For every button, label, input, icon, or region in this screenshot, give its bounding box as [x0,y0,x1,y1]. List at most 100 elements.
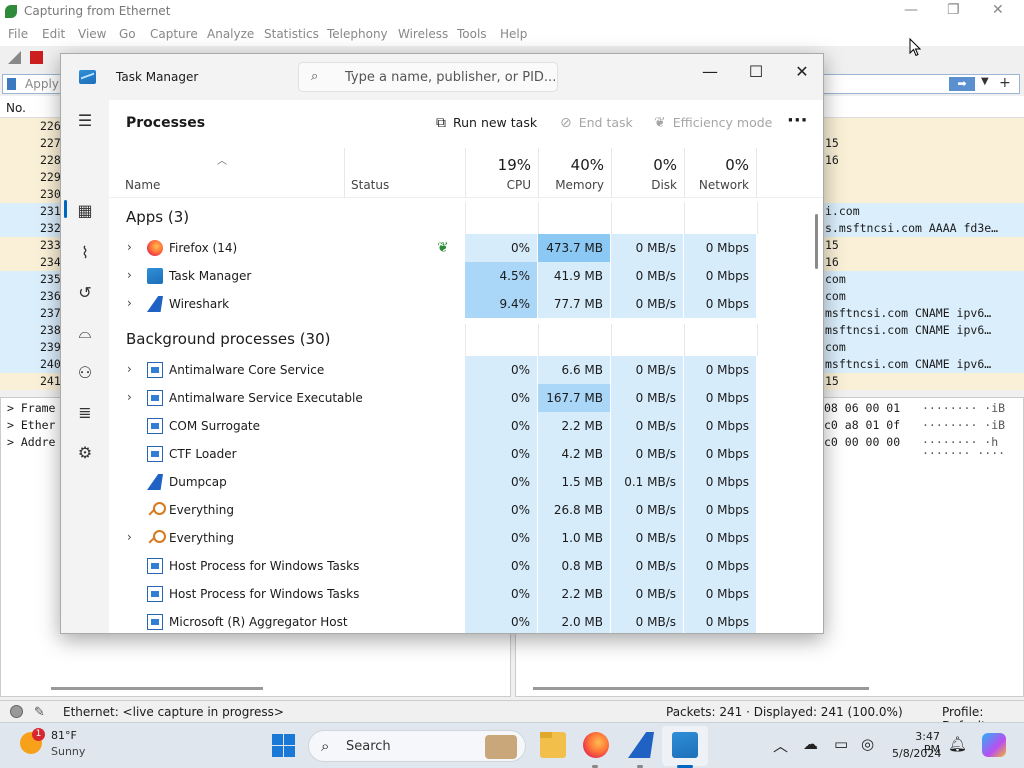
end-task-button[interactable]: ⊘ End task [560,115,633,131]
group-background-header[interactable]: Background processes (30) [126,330,331,348]
file-explorer-icon[interactable] [540,732,566,758]
detail-address[interactable]: > Addre [7,435,55,449]
ws-maximize-button[interactable]: ❐ [947,2,960,18]
column-no[interactable]: No. [6,101,26,115]
column-status[interactable]: Status [344,148,465,198]
wireshark-taskbar-icon[interactable] [628,732,654,758]
detail-ethernet[interactable]: > Ether [7,418,55,432]
stop-capture-icon[interactable] [30,51,43,64]
efficiency-mode-button[interactable]: ❦ Efficiency mode [654,115,772,131]
process-row[interactable]: Host Process for Windows Tasks 0% 2.2 MB 0 … [109,580,823,608]
process-row[interactable]: › Antimalware Core Service 0% 6.6 MB 0 MB/s 0… [109,356,823,384]
service-icon [147,446,163,462]
expand-chevron-icon[interactable]: › [127,240,132,254]
detail-frame[interactable]: > Frame [7,401,55,415]
firefox-taskbar-icon[interactable] [583,732,609,758]
start-button[interactable] [272,734,295,757]
column-memory[interactable]: 40% Memory [538,148,611,198]
process-row[interactable]: Dumpcap 0% 1.5 MB 0.1 MB/s 0 Mbps [109,468,823,496]
network-cell: 0 Mbps [684,552,756,580]
search-icon: ⌕ [321,737,330,755]
apply-filter-arrow-icon[interactable]: ➡ [949,77,975,91]
app-history-nav-icon[interactable]: ↺ [74,282,96,304]
status-interface: Ethernet: <live capture in progress> [63,705,284,719]
run-task-icon: ⧉ [436,115,446,131]
column-disk[interactable]: 0% Disk [611,148,684,198]
ws-close-button[interactable]: ✕ [992,2,1004,18]
menu-telephony[interactable]: Telephony [327,27,388,41]
process-row[interactable]: Host Process for Windows Tasks 0% 0.8 MB 0 … [109,552,823,580]
task-manager-taskbar-icon[interactable] [672,732,698,758]
taskbar-search[interactable]: ⌕ Search [308,730,526,762]
menu-wireless[interactable]: Wireless [398,27,448,41]
show-hidden-icons-chevron-icon[interactable]: ︿ [773,735,788,756]
menu-capture[interactable]: Capture [150,27,198,41]
filter-dropdown-icon[interactable]: ▼ [981,76,989,87]
expand-chevron-icon[interactable]: › [127,390,132,404]
process-row[interactable]: CTF Loader 0% 4.2 MB 0 MB/s 0 Mbps [109,440,823,468]
add-filter-button[interactable]: + [999,75,1011,91]
menu-help[interactable]: Help [500,27,527,41]
onedrive-cloud-icon[interactable]: ☁ [803,735,818,753]
details-nav-icon[interactable]: ≣ [74,402,96,424]
expand-chevron-icon[interactable]: › [127,296,132,310]
process-row[interactable]: › Antimalware Service Executable 0% 167.7 M… [109,384,823,412]
volume-icon[interactable]: ◎ [861,735,874,753]
process-row[interactable]: Everything 0% 26.8 MB 0 MB/s 0 Mbps [109,496,823,524]
packet-number: 238 [40,323,61,337]
expand-chevron-icon[interactable]: › [127,530,132,544]
ascii-line: ········ ·iB [922,401,1006,415]
menu-edit[interactable]: Edit [42,27,65,41]
task-manager-window: Task Manager ⌕ Type a name, publisher, o… [60,53,824,634]
menu-tools[interactable]: Tools [457,27,487,41]
copilot-icon[interactable] [982,733,1006,757]
services-nav-icon[interactable]: ⚙ [74,442,96,464]
performance-nav-icon[interactable]: ⌇ [74,242,96,264]
ws-minimize-button[interactable]: — [904,2,918,18]
process-row[interactable]: › Task Manager 4.5% 41.9 MB 0 MB/s 0 Mbps [109,262,823,290]
process-row[interactable]: › Firefox (14) ❦ 0% 473.7 MB 0 MB/s 0 Mbps [109,234,823,262]
group-apps-header[interactable]: Apps (3) [126,208,189,226]
packet-number: 234 [40,255,61,269]
display-filter-input[interactable]: Apply [25,77,59,91]
menu-view[interactable]: View [78,27,106,41]
bookmark-icon[interactable] [7,78,16,90]
tm-minimize-button[interactable]: — [687,58,733,86]
shark-fin-icon[interactable] [8,51,21,64]
network-icon[interactable]: ▭ [834,735,848,753]
tm-close-button[interactable]: ✕ [779,58,823,86]
detail-hscrollbar[interactable] [51,687,263,690]
process-list-scrollbar[interactable] [815,214,818,269]
column-network[interactable]: 0% Network [684,148,757,198]
process-row[interactable]: Microsoft (R) Aggregator Host 0% 2.0 MB 0 M… [109,608,823,633]
page-title: Processes [126,115,206,131]
packet-number: 230 [40,187,61,201]
menu-file[interactable]: File [8,27,28,41]
column-cpu[interactable]: 19% CPU [465,148,538,198]
tm-maximize-button[interactable]: ☐ [733,58,779,86]
menu-statistics[interactable]: Statistics [264,27,319,41]
process-row[interactable]: › Everything 0% 1.0 MB 0 MB/s 0 Mbps [109,524,823,552]
column-name[interactable]: ︿ Name [109,148,344,198]
menu-go[interactable]: Go [119,27,136,41]
menu-analyze[interactable]: Analyze [207,27,254,41]
clock-date[interactable]: 5/8/2024 [892,747,941,760]
notification-bell-icon[interactable]: 🔔︎ [948,735,967,753]
expand-chevron-icon[interactable]: › [127,362,132,376]
expand-chevron-icon[interactable]: › [127,268,132,282]
users-nav-icon[interactable]: ⚇ [74,362,96,384]
process-name: Dumpcap [169,475,227,489]
capture-status-icon[interactable] [10,705,23,718]
run-new-task-button[interactable]: ⧉ Run new task [436,115,537,131]
process-row[interactable]: COM Surrogate 0% 2.2 MB 0 MB/s 0 Mbps [109,412,823,440]
process-search-input[interactable]: ⌕ Type a name, publisher, or PID... [298,62,558,92]
process-row[interactable]: › Wireshark 9.4% 77.7 MB 0 MB/s 0 Mbps [109,290,823,318]
edit-comment-icon[interactable]: ✎ [34,705,45,720]
memory-cell: 2.2 MB [538,580,610,608]
more-options-button[interactable]: ··· [787,110,808,131]
processes-nav-icon[interactable]: ▦ [74,200,96,222]
process-name: Antimalware Service Executable [169,391,363,405]
bytes-hscrollbar[interactable] [533,687,869,690]
startup-apps-nav-icon[interactable]: ⌓ [74,322,96,344]
hamburger-menu-icon[interactable]: ☰ [74,110,96,132]
